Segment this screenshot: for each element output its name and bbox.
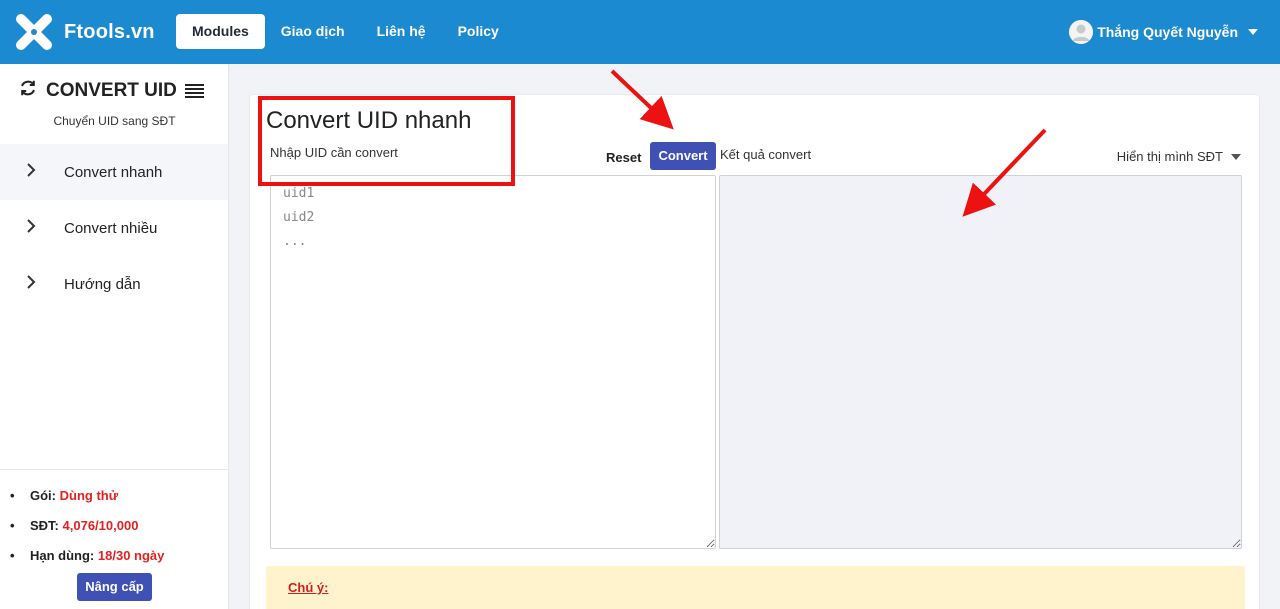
stat-label: Gói: xyxy=(30,488,56,503)
phone-quota-stat: • SĐT: 4,076/10,000 xyxy=(0,518,229,548)
result-output[interactable] xyxy=(719,175,1242,549)
reset-button[interactable]: Reset xyxy=(606,150,641,165)
sidebar-item-convert-nhieu[interactable]: Convert nhiều xyxy=(0,200,228,256)
bullet-icon: • xyxy=(10,518,15,533)
convert-button[interactable]: Convert xyxy=(650,142,716,170)
sidebar-item-label: Convert nhanh xyxy=(64,163,163,181)
chevron-right-icon xyxy=(0,274,64,294)
refresh-icon xyxy=(18,78,38,103)
nav-lien-he[interactable]: Liên hệ xyxy=(361,14,442,49)
main-nav: Modules Giao dịch Liên hệ Policy xyxy=(176,14,515,49)
nav-policy[interactable]: Policy xyxy=(442,14,515,49)
chevron-down-icon xyxy=(1248,29,1258,35)
user-menu[interactable]: Thắng Quyết Nguyễn xyxy=(1069,20,1258,44)
menu-icon[interactable] xyxy=(185,84,204,98)
annotation-highlight-box xyxy=(258,96,515,186)
display-mode-select[interactable]: Hiển thị mình SĐT xyxy=(1117,149,1241,164)
sidebar-subtitle: Chuyển UID sang SĐT xyxy=(53,114,176,128)
sidebar-item-huong-dan[interactable]: Hướng dẫn xyxy=(0,256,228,312)
user-avatar-icon xyxy=(1069,20,1094,44)
brand[interactable]: Ftools.vn xyxy=(14,12,155,52)
sidebar-header: CONVERT UID Chuyển UID sang SĐT xyxy=(0,64,228,144)
sidebar-title: CONVERT UID xyxy=(46,79,177,101)
chevron-right-icon xyxy=(0,218,64,238)
stat-label: SĐT: xyxy=(30,518,59,533)
chevron-down-icon xyxy=(1231,153,1241,160)
bullet-icon: • xyxy=(10,488,15,503)
chevron-right-icon xyxy=(0,162,64,182)
uid-input[interactable] xyxy=(270,175,716,549)
sidebar-title-row: CONVERT UID xyxy=(18,78,177,103)
nav-modules[interactable]: Modules xyxy=(176,14,265,49)
sidebar: CONVERT UID Chuyển UID sang SĐT Convert … xyxy=(0,64,229,609)
user-name: Thắng Quyết Nguyễn xyxy=(1097,24,1238,40)
x-logo-icon xyxy=(14,12,54,52)
stat-value: 4,076/10,000 xyxy=(62,518,139,533)
brand-name: Ftools.vn xyxy=(64,20,155,43)
account-info: • Gói: Dùng thử • SĐT: 4,076/10,000 • Hạ… xyxy=(0,469,229,601)
plan-stat: • Gói: Dùng thử xyxy=(0,488,229,518)
bullet-icon: • xyxy=(10,548,15,563)
sidebar-item-convert-nhanh[interactable]: Convert nhanh xyxy=(0,144,228,200)
upgrade-button[interactable]: Nâng cấp xyxy=(77,573,152,601)
nav-giao-dich[interactable]: Giao dịch xyxy=(265,14,361,49)
note-box: Chú ý: xyxy=(266,566,1245,609)
display-mode-value: Hiển thị mình SĐT xyxy=(1116,149,1223,164)
sidebar-item-label: Convert nhiều xyxy=(64,219,158,237)
result-label: Kết quả convert xyxy=(720,147,812,162)
note-title: Chú ý: xyxy=(288,580,329,595)
stat-value: Dùng thử xyxy=(59,488,119,503)
top-navbar: Ftools.vn Modules Giao dịch Liên hệ Poli… xyxy=(0,0,1280,64)
sidebar-item-label: Hướng dẫn xyxy=(64,275,141,293)
